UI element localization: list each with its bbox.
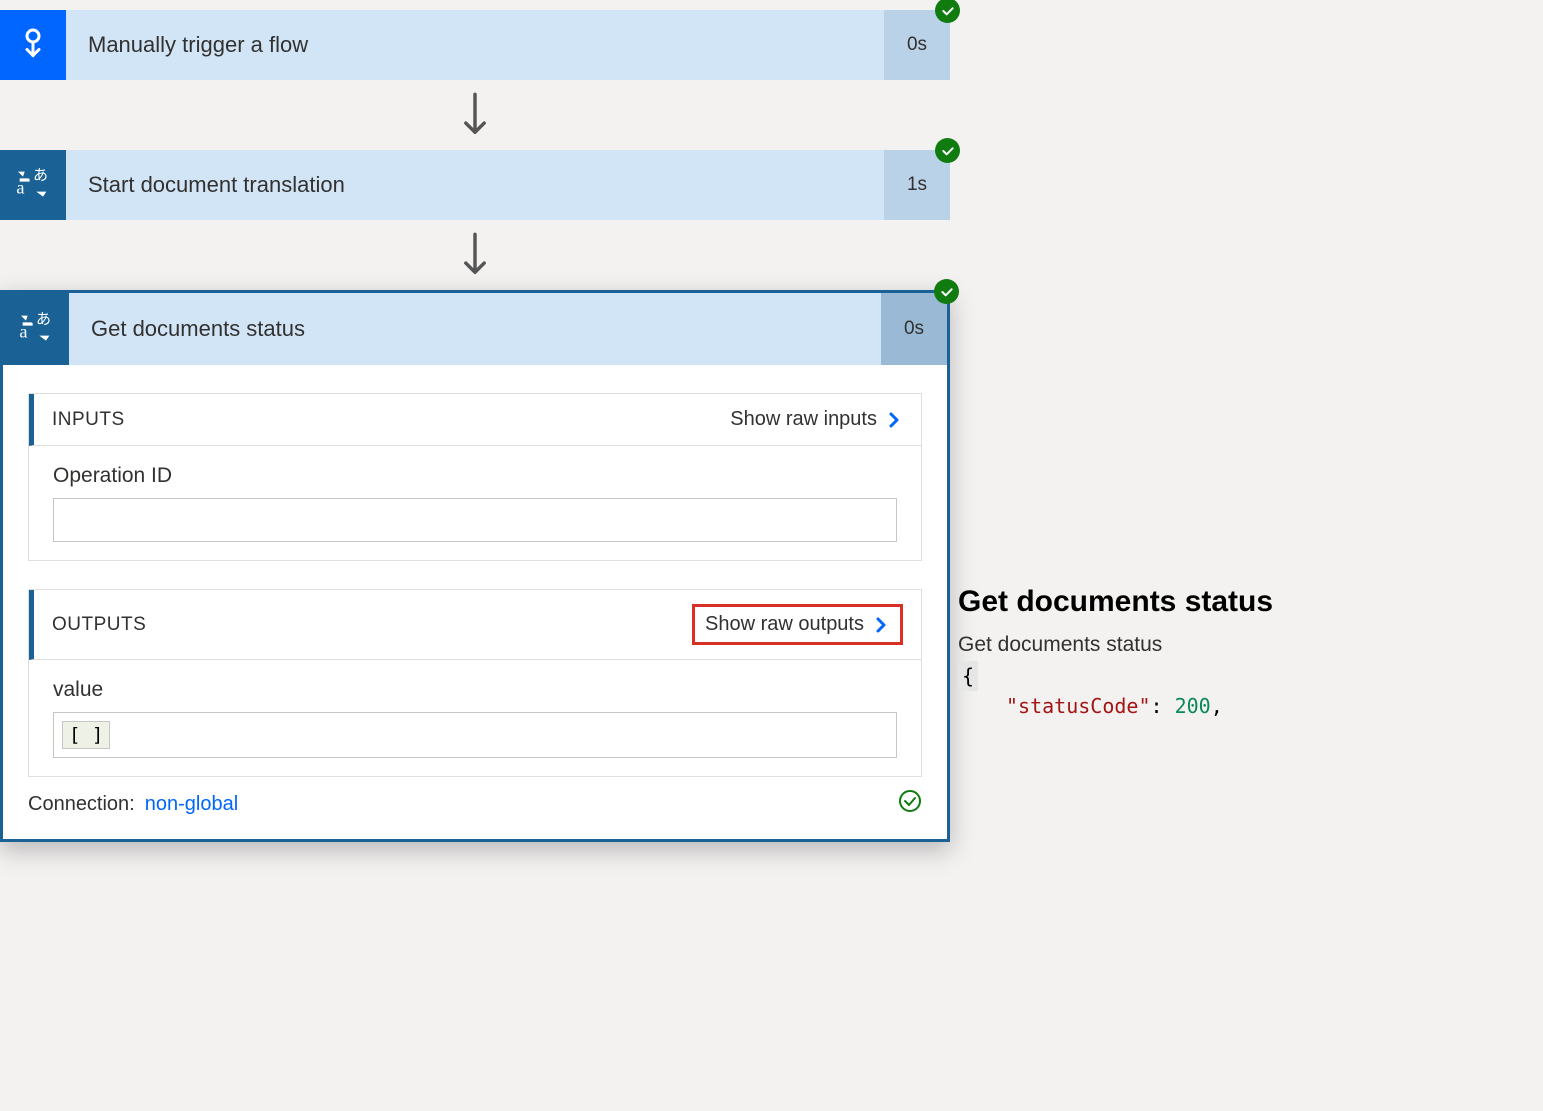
success-check-icon bbox=[934, 279, 959, 304]
translate-icon: a あ bbox=[3, 293, 69, 365]
step-title: Get documents status bbox=[69, 293, 881, 365]
outputs-header: OUTPUTS bbox=[52, 614, 146, 636]
inputs-header: INPUTS bbox=[52, 409, 125, 431]
inputs-section: INPUTS Show raw inputs Operation ID bbox=[28, 393, 922, 561]
connection-check-icon bbox=[898, 789, 922, 819]
chevron-right-icon bbox=[885, 411, 903, 429]
svg-text:a: a bbox=[19, 321, 27, 341]
connection-link[interactable]: non-global bbox=[145, 793, 238, 816]
step-title: Manually trigger a flow bbox=[66, 10, 884, 80]
raw-panel-title: Get documents status bbox=[958, 585, 1538, 619]
svg-text:a: a bbox=[16, 177, 24, 197]
raw-json-code: { "statusCode": 200, bbox=[958, 661, 1538, 721]
step-duration: 0s bbox=[881, 293, 947, 365]
tap-icon bbox=[0, 10, 66, 80]
arrow-connector bbox=[0, 220, 950, 290]
svg-text:あ: あ bbox=[36, 311, 51, 328]
field-label-operation-id: Operation ID bbox=[53, 464, 897, 488]
success-check-icon bbox=[935, 0, 960, 23]
arrow-connector bbox=[0, 80, 950, 150]
json-value: 200 bbox=[1175, 694, 1211, 718]
show-raw-outputs-highlight: Show raw outputs bbox=[692, 604, 903, 645]
flow-step-start-translation[interactable]: a あ Start document translation 1s bbox=[0, 150, 950, 220]
connection-row: Connection: non-global bbox=[28, 777, 922, 819]
show-raw-outputs-link[interactable]: Show raw outputs bbox=[705, 613, 890, 636]
output-value-box[interactable]: [ ] bbox=[53, 712, 897, 758]
operation-id-input[interactable] bbox=[53, 498, 897, 542]
output-value-token: [ ] bbox=[62, 721, 110, 749]
success-check-icon bbox=[935, 138, 960, 163]
outputs-section: OUTPUTS Show raw outputs value [ ] bbox=[28, 589, 922, 777]
raw-output-panel: Get documents status Get documents statu… bbox=[958, 585, 1538, 721]
json-key: "statusCode" bbox=[1006, 694, 1151, 718]
step-detail-body: INPUTS Show raw inputs Operation ID bbox=[3, 393, 947, 839]
connection-label: Connection: bbox=[28, 793, 135, 816]
step-title: Start document translation bbox=[66, 150, 884, 220]
raw-panel-subtitle: Get documents status bbox=[958, 633, 1538, 657]
flow-step-get-documents-status[interactable]: a あ Get documents status 0s INPUTS Show … bbox=[0, 290, 950, 842]
json-open-brace: { bbox=[958, 661, 978, 691]
show-raw-outputs-label: Show raw outputs bbox=[705, 613, 864, 636]
flow-steps-container: Manually trigger a flow 0s a あ Start doc… bbox=[0, 0, 950, 842]
chevron-right-icon bbox=[872, 616, 890, 634]
show-raw-inputs-label: Show raw inputs bbox=[730, 408, 877, 431]
field-label-value: value bbox=[53, 678, 897, 702]
show-raw-inputs-link[interactable]: Show raw inputs bbox=[730, 408, 903, 431]
svg-text:あ: あ bbox=[33, 167, 48, 184]
flow-step-manual-trigger[interactable]: Manually trigger a flow 0s bbox=[0, 10, 950, 80]
translate-icon: a あ bbox=[0, 150, 66, 220]
